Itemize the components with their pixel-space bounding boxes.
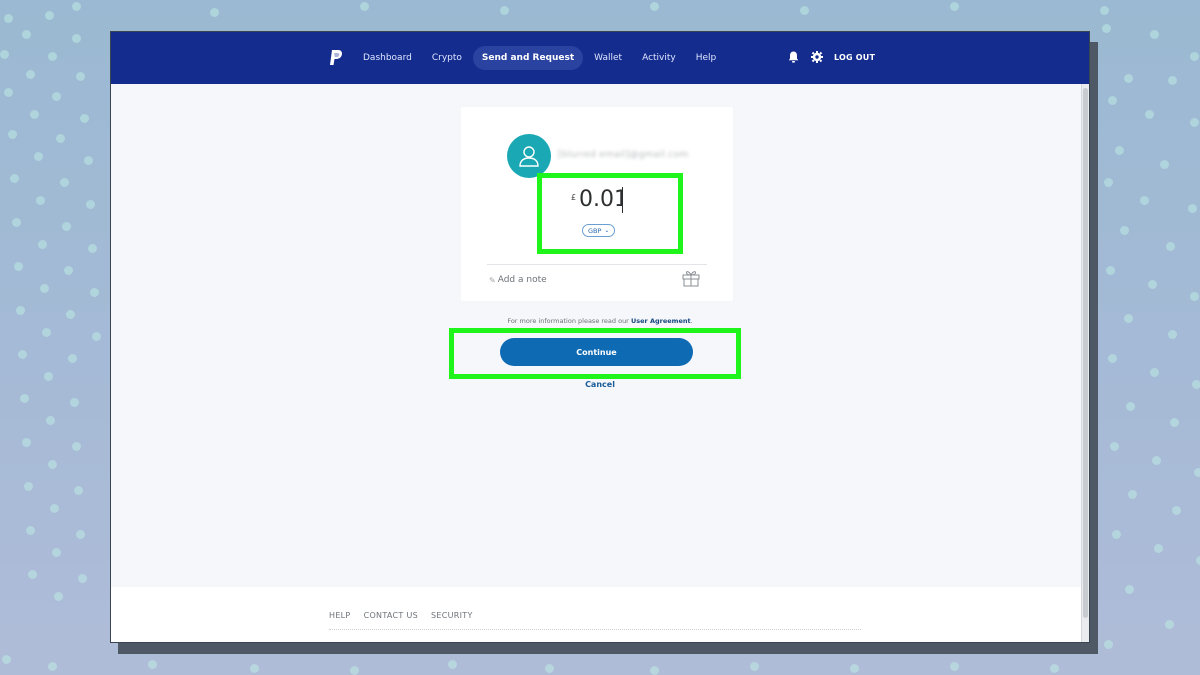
cancel-link: Cancel bbox=[111, 380, 1089, 389]
nav-item-send-and-request[interactable]: Send and Request bbox=[472, 46, 584, 70]
nav-item-activity[interactable]: Activity bbox=[633, 46, 685, 70]
add-note-label: Add a note bbox=[497, 275, 547, 285]
user-agreement-text: For more information please read our Use… bbox=[507, 317, 693, 325]
nav-actions: LOG OUT bbox=[786, 50, 875, 64]
footer-link-help[interactable]: HELP bbox=[329, 611, 351, 620]
user-agreement-link[interactable]: User Agreement bbox=[631, 317, 691, 325]
gear-icon[interactable] bbox=[810, 50, 824, 64]
cancel-button[interactable]: Cancel bbox=[585, 380, 615, 389]
top-navigation: Dashboard Crypto Send and Request Wallet… bbox=[111, 32, 1089, 84]
continue-highlight-box bbox=[449, 328, 741, 379]
nav-item-wallet[interactable]: Wallet bbox=[585, 46, 631, 70]
bell-icon[interactable] bbox=[786, 50, 800, 64]
recipient-avatar bbox=[507, 134, 551, 178]
pencil-icon: ✎ bbox=[489, 275, 496, 285]
logout-button[interactable]: LOG OUT bbox=[834, 53, 875, 62]
footer-divider bbox=[329, 629, 861, 630]
scrollbar-thumb[interactable] bbox=[1083, 88, 1088, 618]
paypal-logo-icon[interactable] bbox=[329, 50, 343, 67]
footer-link-contact-us[interactable]: CONTACT US bbox=[364, 611, 418, 620]
add-note-button[interactable]: ✎ Add a note bbox=[489, 275, 547, 285]
nav-menu: Dashboard Crypto Send and Request Wallet… bbox=[354, 46, 727, 70]
browser-window: Dashboard Crypto Send and Request Wallet… bbox=[110, 31, 1090, 643]
user-icon bbox=[519, 146, 539, 167]
nav-item-crypto[interactable]: Crypto bbox=[423, 46, 471, 70]
page-scrollbar[interactable] bbox=[1081, 84, 1089, 642]
page-footer: HELP CONTACT US SECURITY bbox=[111, 587, 1081, 642]
card-divider bbox=[487, 264, 707, 265]
nav-item-help[interactable]: Help bbox=[687, 46, 726, 70]
amount-highlight-box bbox=[537, 173, 683, 254]
nav-item-dashboard[interactable]: Dashboard bbox=[354, 46, 421, 70]
footer-links: HELP CONTACT US SECURITY bbox=[329, 611, 486, 620]
footer-link-security[interactable]: SECURITY bbox=[431, 611, 473, 620]
gift-icon[interactable] bbox=[681, 269, 701, 287]
recipient-email: [blurred email]@gmail.com bbox=[558, 150, 689, 160]
